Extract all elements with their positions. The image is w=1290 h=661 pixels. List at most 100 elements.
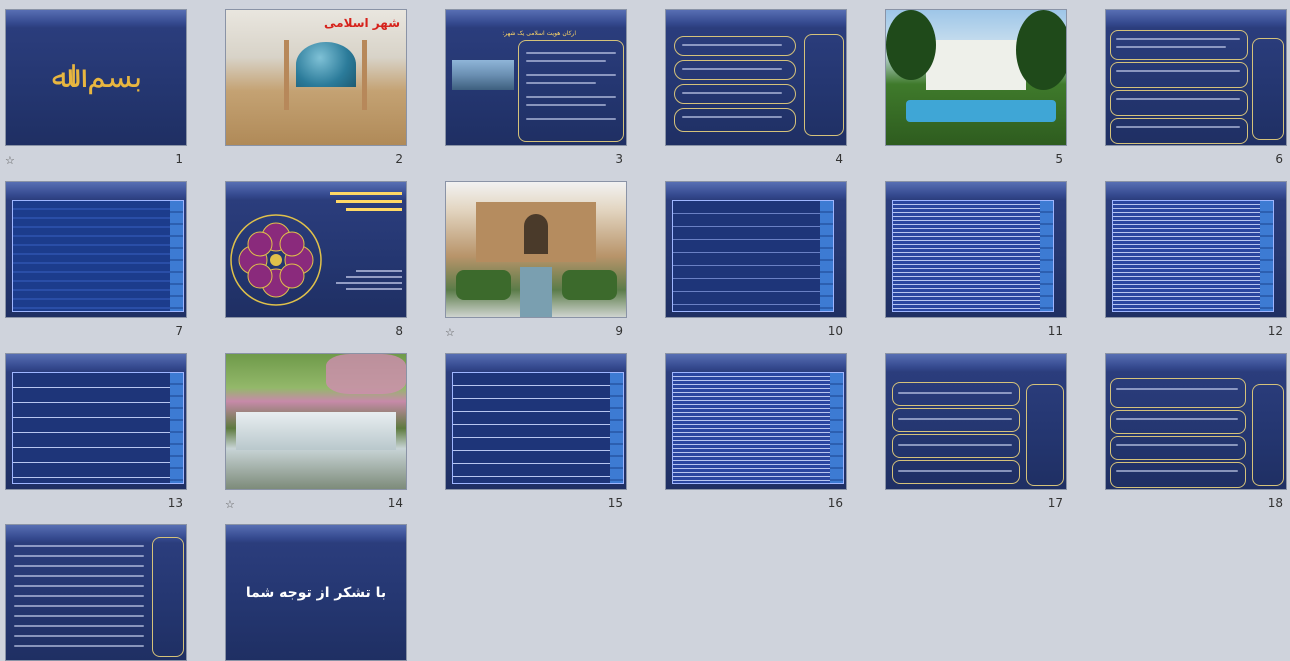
slide-thumb-3[interactable]: ارکان هویت اسلامی یک شهر: 3	[445, 9, 627, 166]
text-line	[898, 418, 1012, 420]
text-line	[14, 615, 144, 617]
calligraphy-image: ﺑﺴﻢ اﷲ	[51, 60, 145, 95]
dome-shape	[296, 42, 356, 87]
star-icon: ☆	[445, 326, 455, 339]
table-shape	[672, 200, 834, 312]
slide-thumb-13[interactable]: 13	[5, 353, 187, 510]
slide-number: 12	[1267, 324, 1283, 338]
text-line	[14, 565, 144, 567]
slide-number: 17	[1047, 496, 1063, 510]
table-shape	[892, 200, 1054, 312]
slide-19-canvas	[5, 524, 187, 661]
text-line	[1116, 418, 1238, 420]
slide-1-canvas: ﺑﺴﻢ اﷲ	[5, 9, 187, 146]
slide-2-canvas: شهر اسلامی	[225, 9, 407, 146]
table-shape	[12, 372, 184, 484]
slide-decoration	[666, 182, 846, 200]
slide-thumb-1[interactable]: ﺑﺴﻢ اﷲ ☆ 1	[5, 9, 187, 167]
star-icon: ☆	[225, 498, 235, 511]
slide-thumb-18[interactable]: 18	[1105, 353, 1287, 510]
text-box	[1110, 378, 1246, 408]
slide-number: 16	[827, 496, 843, 510]
text-box	[1252, 38, 1284, 140]
slide-thumb-4[interactable]: 4	[665, 9, 847, 166]
text-box	[674, 84, 796, 104]
slide-11-canvas	[885, 181, 1067, 318]
table-column	[1260, 201, 1273, 311]
slide-decoration	[1106, 354, 1286, 372]
slide-number: 1	[175, 152, 183, 166]
text-line	[682, 44, 782, 46]
slide-decoration	[6, 182, 186, 200]
text-box	[674, 36, 796, 56]
text-line	[1116, 126, 1240, 128]
arch-shape	[524, 214, 548, 254]
slide-number: 15	[607, 496, 623, 510]
text-box	[892, 460, 1020, 484]
slide-14-canvas	[225, 353, 407, 490]
table-shape	[672, 372, 844, 484]
slide-thumb-17[interactable]: 17	[885, 353, 1067, 510]
slide-decoration	[446, 354, 626, 372]
table-shape	[12, 200, 184, 312]
slide-thumb-9[interactable]: ☆ 9	[445, 181, 627, 339]
text-box	[1026, 384, 1064, 486]
palm-shape	[1016, 10, 1066, 90]
slide-thumb-6[interactable]: 6	[1105, 9, 1287, 166]
slide-thumb-16[interactable]: 16	[665, 353, 847, 510]
text-line	[14, 575, 144, 577]
text-line	[14, 585, 144, 587]
slide-number: 11	[1047, 324, 1063, 338]
slide-number: 2	[395, 152, 403, 166]
slide-thumb-20[interactable]: با تشکر از توجه شما	[225, 524, 407, 661]
text-line	[898, 444, 1012, 446]
pool-shape	[906, 100, 1056, 122]
slide-thumb-8[interactable]: 8	[225, 181, 407, 338]
slide-thumb-15[interactable]: 15	[445, 353, 627, 510]
slide-6-canvas	[1105, 9, 1287, 146]
text-line	[682, 68, 782, 70]
slide-thumb-2[interactable]: شهر اسلامی 2	[225, 9, 407, 166]
text-line	[682, 92, 782, 94]
slide-thumb-10[interactable]: 10	[665, 181, 847, 338]
text-box	[892, 408, 1020, 432]
blossom-shape	[326, 354, 406, 394]
table-column	[170, 373, 183, 483]
slide-7-canvas	[5, 181, 187, 318]
slide-13-canvas	[5, 353, 187, 490]
text-line	[14, 625, 144, 627]
slide-thumb-12[interactable]: 12	[1105, 181, 1287, 338]
minaret-shape	[362, 40, 367, 110]
slide-number: 3	[615, 152, 623, 166]
building-shape	[926, 40, 1026, 90]
text-line	[1116, 46, 1226, 48]
text-line	[526, 60, 606, 62]
slide-decoration	[1106, 10, 1286, 28]
slide-thumb-14[interactable]: ☆ 14	[225, 353, 407, 511]
slide-17-canvas	[885, 353, 1067, 490]
diagram-graphic	[230, 192, 402, 306]
table-column	[170, 201, 183, 311]
slide-sorter: ﺑﺴﻢ اﷲ ☆ 1 شهر اسلامی 2 ارکان هویت اسلام…	[0, 0, 1290, 661]
slide-thumb-5[interactable]: 5	[885, 9, 1067, 166]
text-line	[14, 635, 144, 637]
table-column	[830, 373, 843, 483]
text-box	[518, 40, 624, 142]
text-line	[1116, 98, 1240, 100]
slide-decoration	[6, 10, 186, 28]
text-box	[1252, 384, 1284, 486]
text-box	[152, 537, 184, 657]
slide-title: ارکان هویت اسلامی یک شهر:	[502, 30, 576, 37]
text-line	[1116, 444, 1238, 446]
slide-number: 9	[615, 324, 623, 338]
slide-decoration	[666, 10, 846, 28]
text-line	[898, 470, 1012, 472]
slide-thumb-7[interactable]: 7	[5, 181, 187, 338]
text-box	[674, 108, 796, 132]
slide-decoration	[1106, 182, 1286, 200]
hedge-shape	[562, 270, 617, 300]
text-box	[892, 434, 1020, 458]
slide-decoration	[886, 354, 1066, 372]
slide-thumb-19[interactable]	[5, 524, 187, 661]
slide-thumb-11[interactable]: 11	[885, 181, 1067, 338]
